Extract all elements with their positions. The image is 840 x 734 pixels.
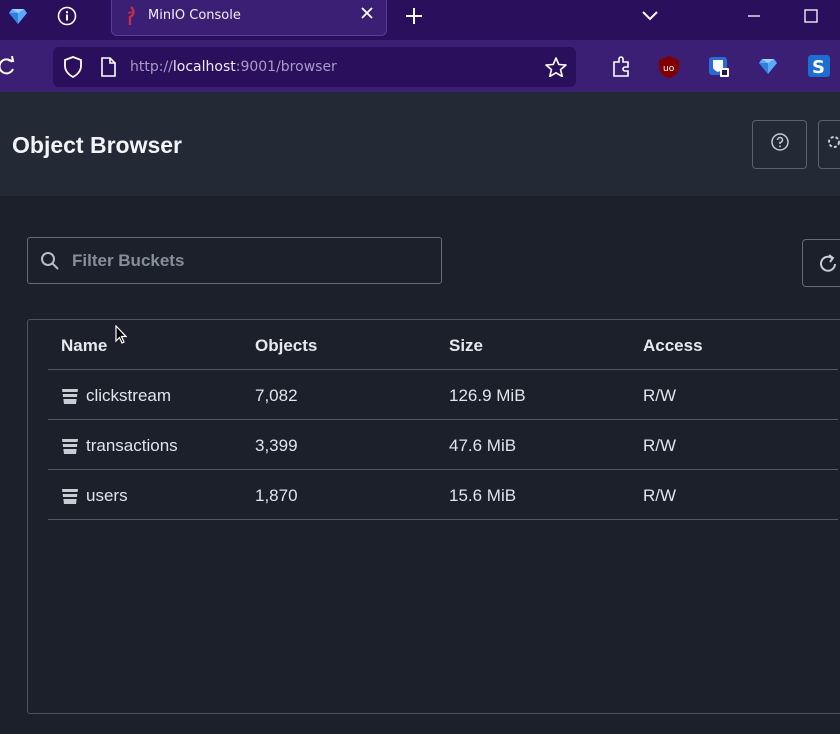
chevron-down-icon[interactable] <box>638 0 662 32</box>
bucket-icon <box>62 487 78 505</box>
buckets-table: Name Objects Size Access clickstream 7,0… <box>27 319 840 714</box>
gem-icon[interactable] <box>6 0 30 32</box>
refresh-icon <box>820 254 838 279</box>
reload-icon[interactable] <box>0 55 16 81</box>
bucket-size: 47.6 MiB <box>449 436 517 455</box>
page-title: Object Browser <box>12 132 182 158</box>
bucket-icon <box>62 437 78 455</box>
address-bar[interactable]: http://localhost:9001/browser <box>53 47 576 87</box>
extensions-puzzle-icon[interactable] <box>611 56 631 83</box>
bitwarden-lock-icon[interactable] <box>708 56 730 83</box>
bucket-name[interactable]: users <box>86 486 128 506</box>
bucket-size: 15.6 MiB <box>449 486 517 505</box>
info-icon[interactable] <box>55 0 79 32</box>
column-header-access[interactable]: Access <box>643 336 703 356</box>
row-divider <box>48 519 838 520</box>
search-icon <box>40 251 60 276</box>
bucket-name[interactable]: clickstream <box>86 386 171 406</box>
shield-icon[interactable] <box>63 56 83 83</box>
url-text[interactable]: http://localhost:9001/browser <box>130 59 337 75</box>
s-extension-icon[interactable]: S <box>808 55 830 82</box>
bucket-icon <box>62 387 78 405</box>
page-info-icon[interactable] <box>100 57 116 82</box>
bucket-objects: 7,082 <box>255 386 298 405</box>
help-button[interactable] <box>752 120 807 169</box>
filter-buckets-input[interactable] <box>72 238 432 283</box>
bucket-name[interactable]: transactions <box>86 436 178 456</box>
refresh-button[interactable] <box>802 239 840 287</box>
bucket-access: R/W <box>643 486 677 505</box>
settings-button[interactable] <box>818 120 840 169</box>
maximize-icon[interactable] <box>799 0 823 32</box>
tab-minio-console[interactable]: MinIO Console <box>111 0 387 36</box>
bookmark-star-icon[interactable] <box>545 57 567 82</box>
page-header: Object Browser <box>0 92 840 196</box>
gear-icon <box>826 133 840 156</box>
minimize-icon[interactable] <box>742 0 766 32</box>
column-header-size[interactable]: Size <box>449 336 483 356</box>
row-divider <box>48 469 838 470</box>
row-divider <box>48 419 838 420</box>
column-header-objects[interactable]: Objects <box>255 336 317 356</box>
bucket-size: 126.9 MiB <box>449 386 526 405</box>
tab-title: MinIO Console <box>148 8 241 23</box>
help-icon <box>770 132 790 157</box>
ublock-origin-icon[interactable]: uo <box>658 55 680 84</box>
filter-buckets-field[interactable] <box>27 237 442 284</box>
minio-logo-icon <box>124 6 138 31</box>
svg-text:uo: uo <box>663 64 675 74</box>
svg-text:S: S <box>812 57 825 77</box>
tab-close-icon[interactable] <box>360 6 374 25</box>
bucket-access: R/W <box>643 436 677 455</box>
mouse-cursor-icon <box>115 324 128 350</box>
browser-tab-bar: MinIO Console <box>0 0 840 40</box>
header-divider <box>48 369 838 370</box>
browser-nav-bar: http://localhost:9001/browser uo S <box>0 40 840 92</box>
bucket-objects: 3,399 <box>255 436 298 455</box>
gem-extension-icon[interactable] <box>759 58 777 79</box>
column-header-name[interactable]: Name <box>61 336 107 356</box>
bucket-objects: 1,870 <box>255 486 298 505</box>
new-tab-plus-icon[interactable] <box>402 0 426 32</box>
bucket-access: R/W <box>643 386 677 405</box>
